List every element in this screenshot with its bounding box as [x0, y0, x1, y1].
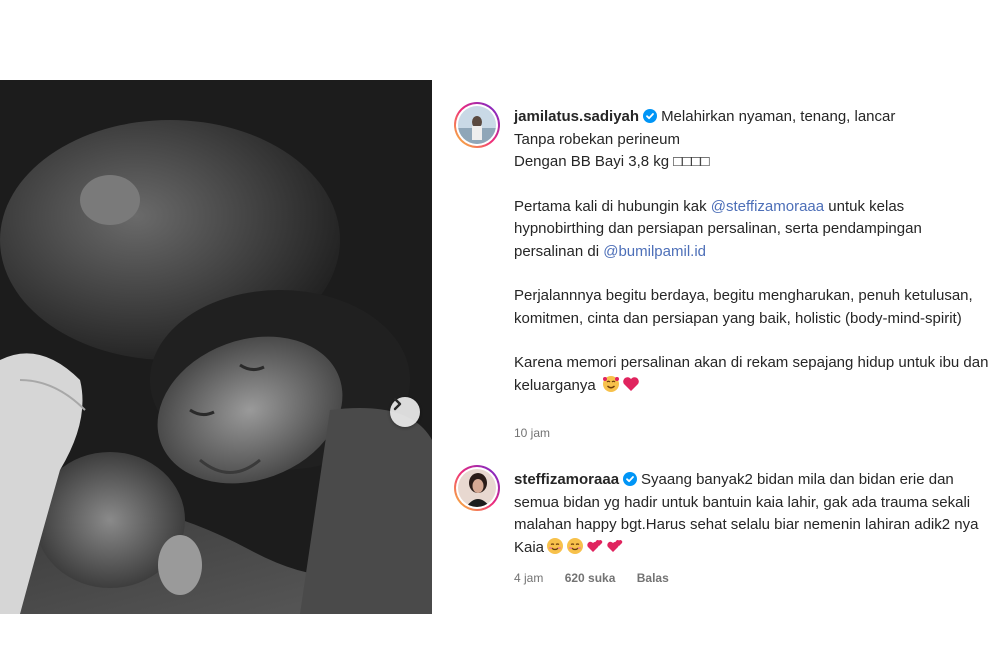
reply-button[interactable]: Balas — [637, 571, 669, 585]
post-timestamp[interactable]: 10 jam — [514, 426, 550, 440]
commenter-avatar[interactable] — [454, 465, 500, 511]
verified-badge-icon — [623, 472, 638, 486]
commenter-username[interactable]: steffizamoraaa — [514, 471, 619, 488]
caption-paragraph-3: Perjalannnya begitu berdaya, begitu meng… — [514, 287, 973, 327]
smiling-face-emoji-icon — [567, 537, 584, 554]
caption-line-2: Tanpa robekan perineum — [514, 130, 680, 148]
instagram-post: jamilatus.sadiyah Melahirkan nyaman, tena… — [0, 80, 1000, 614]
next-photo-button[interactable] — [390, 397, 420, 427]
avatar-photo-icon — [458, 469, 496, 507]
two-hearts-emoji-icon — [587, 539, 603, 552]
post-sidebar: jamilatus.sadiyah Melahirkan nyaman, tena… — [432, 80, 1000, 614]
red-heart-emoji-icon — [623, 376, 639, 391]
post-meta: 10 jam — [514, 426, 568, 440]
comment-meta: 4 jam 620 suka Balas — [514, 571, 687, 585]
comment: steffizamoraaa Syaang banyak2 bidan mila … — [514, 469, 990, 559]
caption-paragraph-1: jamilatus.sadiyah Melahirkan nyaman, tena… — [514, 106, 990, 174]
comment-timestamp[interactable]: 4 jam — [514, 571, 543, 585]
post-photo[interactable] — [0, 80, 432, 614]
mention-link[interactable]: @steffizamoraaa — [711, 198, 824, 215]
smiling-face-emoji-icon — [547, 537, 564, 554]
caption-text: Karena memori persalinan akan di rekam s… — [514, 354, 989, 394]
post-caption: jamilatus.sadiyah Melahirkan nyaman, tena… — [514, 106, 990, 397]
comment-likes[interactable]: 620 suka — [565, 571, 616, 585]
two-hearts-emoji-icon — [607, 539, 623, 552]
chevron-right-icon — [393, 397, 402, 411]
caption-line-1: Melahirkan nyaman, tenang, lancar — [661, 108, 896, 125]
smiling-face-hearts-emoji-icon — [602, 375, 619, 392]
newborn-photo-illustration — [0, 80, 432, 614]
caption-text: Pertama kali di hubungin kak — [514, 197, 711, 215]
author-username[interactable]: jamilatus.sadiyah — [514, 108, 639, 125]
avatar-photo-icon — [458, 106, 496, 144]
verified-badge-icon — [643, 109, 658, 123]
author-avatar[interactable] — [454, 102, 500, 148]
mention-link[interactable]: @bumilpamil.id — [603, 243, 706, 260]
caption-line-3: Dengan BB Bayi 3,8 kg □□□□ — [514, 153, 710, 170]
caption-paragraph-2: Pertama kali di hubungin kak @steffizamo… — [514, 196, 990, 264]
caption-paragraph-4: Karena memori persalinan akan di rekam s… — [514, 352, 990, 397]
